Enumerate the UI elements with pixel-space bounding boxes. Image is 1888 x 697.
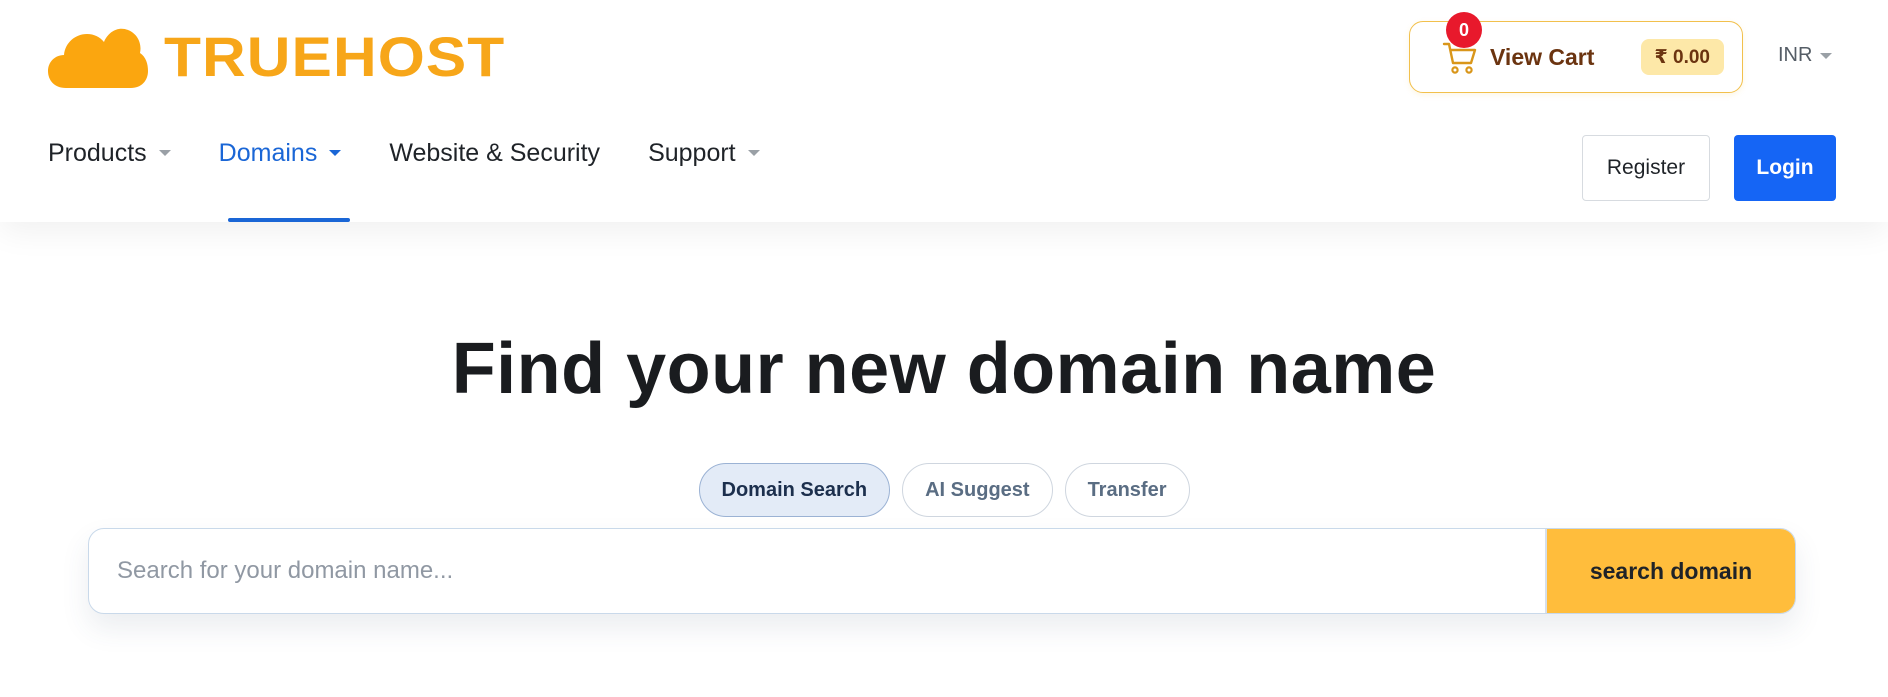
nav-item-domains[interactable]: Domains [219,135,342,171]
view-cart-button[interactable]: 0 View Cart ₹ 0.00 [1409,12,1743,93]
register-button[interactable]: Register [1582,135,1710,201]
nav-item-label: Products [48,138,147,167]
chevron-down-icon [747,150,760,156]
active-nav-indicator [228,218,350,222]
main-nav: Products Domains Website & Security Supp… [48,135,808,223]
login-button[interactable]: Login [1734,135,1836,201]
chevron-down-icon [1820,52,1833,59]
domain-search-input[interactable] [89,529,1545,613]
nav-item-label: Domains [218,138,318,167]
currency-selector[interactable]: INR [1778,44,1833,67]
nav-item-website-security[interactable]: Website & Security [389,135,600,171]
tab-transfer[interactable]: Transfer [1064,463,1190,517]
domain-search-bar: search domain [88,528,1796,614]
currency-label: INR [1778,44,1813,66]
cart-count-badge: 0 [1446,12,1482,48]
nav-item-products[interactable]: Products [48,135,171,171]
page-title: Find your new domain name [451,329,1437,409]
nav-item-label: Website & Security [389,138,601,167]
chevron-down-icon [329,150,342,156]
site-header: TRUEHOST 0 View Cart ₹ 0.00 INR Products… [0,0,1888,222]
cloud-icon [48,28,148,88]
brand-logo[interactable]: TRUEHOST [48,24,504,90]
chevron-down-icon [158,150,171,156]
cart-total: ₹ 0.00 [1640,39,1724,75]
nav-item-label: Support [648,138,736,167]
brand-name: TRUEHOST [164,25,506,88]
search-domain-button[interactable]: search domain [1545,529,1795,613]
tab-ai-suggest[interactable]: AI Suggest [902,463,1053,517]
nav-item-support[interactable]: Support [648,135,760,171]
search-mode-tabs: Domain Search AI Suggest Transfer [0,463,1888,517]
tab-domain-search[interactable]: Domain Search [698,463,891,517]
view-cart-label: View Cart [1490,44,1595,70]
